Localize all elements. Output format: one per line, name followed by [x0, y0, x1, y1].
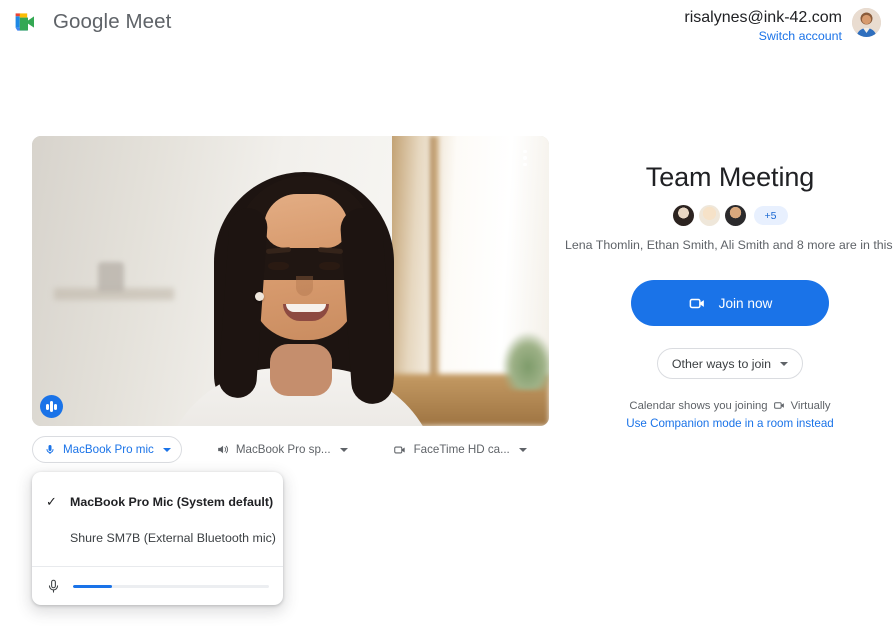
microphone-icon: [48, 579, 59, 593]
chevron-down-icon: [339, 447, 348, 452]
microphone-option-default-label: MacBook Pro Mic (System default): [70, 495, 274, 509]
microphone-option-external-label: Shure SM7B (External Bluetooth mic): [70, 531, 276, 545]
device-chip-speaker-label: MacBook Pro sp...: [235, 443, 331, 456]
calendar-join-note: Calendar shows you joining Virtually: [565, 399, 895, 412]
device-chip-microphone[interactable]: MacBook Pro mic: [32, 436, 182, 463]
microphone-level-fill: [73, 584, 113, 588]
google-meet-logo-icon: [14, 10, 42, 34]
chevron-down-icon: [518, 447, 527, 452]
speaker-icon: [218, 445, 228, 454]
brand-title: Google Meet: [53, 10, 172, 33]
switch-account-link[interactable]: Switch account: [684, 28, 842, 44]
participant-overflow-badge: +5: [753, 206, 788, 225]
participant-avatar: [724, 205, 746, 226]
video-camera-icon: [689, 298, 704, 308]
device-chip-camera[interactable]: FaceTime HD ca...: [381, 436, 538, 463]
microphone-icon: [46, 444, 54, 454]
check-icon: ✓: [46, 494, 57, 509]
join-now-label: Join now: [718, 295, 773, 311]
account-area: risalynes@ink-42.com Switch account: [684, 7, 881, 44]
chevron-down-icon: [162, 447, 171, 452]
meeting-title: Team Meeting: [645, 162, 815, 192]
microphone-option-default[interactable]: ✓ MacBook Pro Mic (System default): [32, 484, 283, 520]
microphone-dropdown-menu[interactable]: ✓ MacBook Pro Mic (System default) Shure…: [32, 472, 283, 605]
more-options-icon[interactable]: [511, 144, 539, 172]
calendar-note-mode: Virtually: [790, 399, 831, 412]
other-ways-to-join-label: Other ways to join: [671, 356, 772, 371]
other-ways-to-join-button[interactable]: Other ways to join: [657, 348, 803, 379]
brand: Google Meet: [14, 10, 171, 34]
account-avatar[interactable]: [852, 8, 881, 37]
calendar-note-prefix: Calendar shows you joining: [629, 399, 768, 412]
participant-avatar: [698, 205, 720, 226]
video-preview[interactable]: [32, 136, 549, 426]
microphone-option-list: ✓ MacBook Pro Mic (System default) Shure…: [32, 472, 283, 566]
chevron-down-icon: [780, 361, 789, 366]
microphone-level-track: [73, 584, 269, 588]
microphone-level-meter: [32, 566, 283, 605]
video-camera-icon: [773, 402, 784, 409]
microphone-option-external[interactable]: Shure SM7B (External Bluetooth mic): [32, 520, 283, 556]
device-selector-row: MacBook Pro mic MacBook Pro sp... FaceTi…: [32, 436, 538, 463]
meeting-info-panel: Team Meeting +5 Lena Thomlin, Ethan Smit…: [565, 136, 895, 430]
device-chip-camera-label: FaceTime HD ca...: [413, 443, 510, 456]
self-view-person: [32, 136, 549, 426]
participant-avatars: +5: [565, 205, 895, 226]
participant-avatar: [672, 205, 694, 226]
participant-summary: Lena Thomlin, Ethan Smith, Ali Smith and…: [565, 238, 895, 252]
companion-mode-link[interactable]: Use Companion mode in a room instead: [565, 417, 895, 430]
device-chip-microphone-label: MacBook Pro mic: [63, 443, 154, 456]
join-now-button[interactable]: Join now: [631, 280, 829, 326]
app-header: Google Meet risalynes@ink-42.com Switch …: [0, 0, 895, 52]
device-chip-speaker[interactable]: MacBook Pro sp...: [204, 436, 359, 463]
audio-level-icon: [40, 395, 63, 418]
account-texts: risalynes@ink-42.com Switch account: [684, 7, 842, 44]
video-camera-icon: [393, 446, 405, 453]
account-email: risalynes@ink-42.com: [684, 9, 842, 26]
